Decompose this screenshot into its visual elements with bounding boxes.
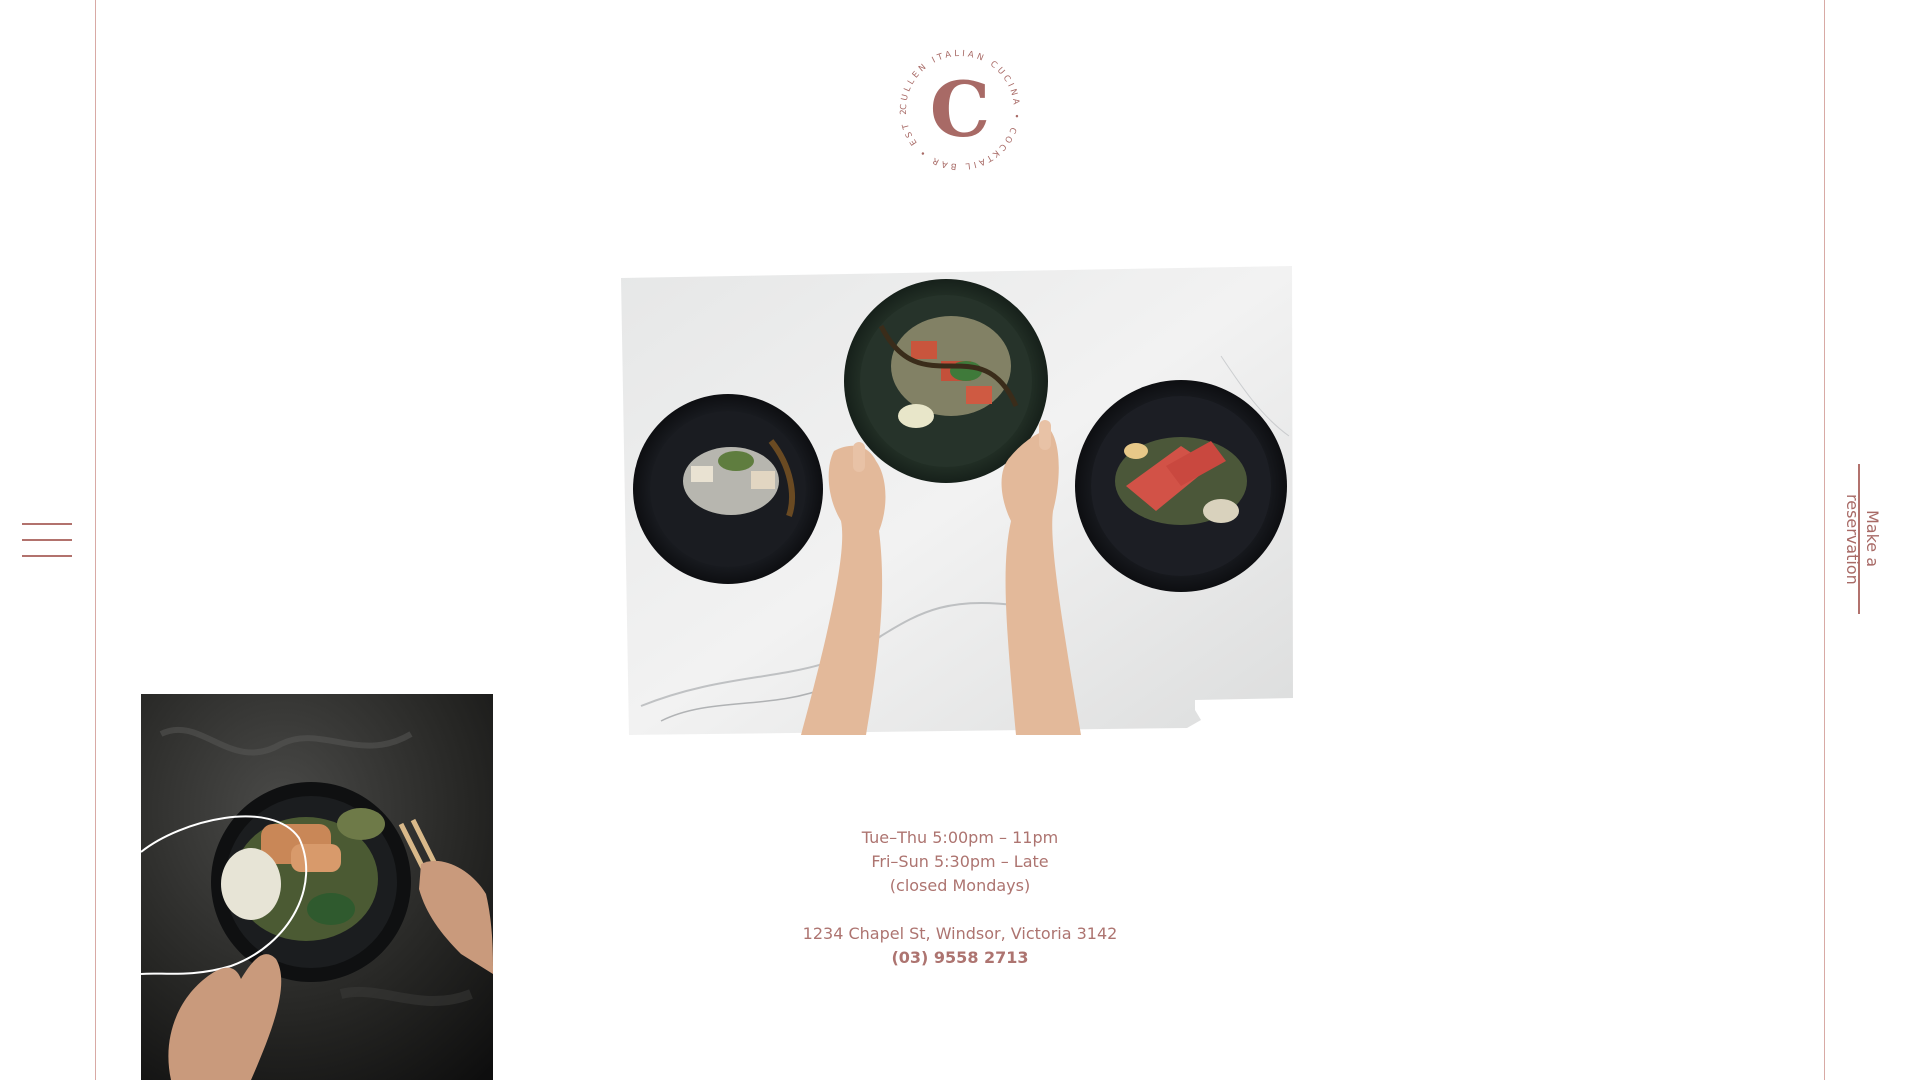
hours-closed-note: (closed Mondays) (889, 876, 1031, 895)
menu-line-top (22, 523, 72, 525)
hours-and-contact: Tue–Thu 5:00pm – 11pm Fri–Sun 5:30pm – L… (760, 826, 1160, 970)
restaurant-logo[interactable]: CULLEN ITALIAN CUCINA • COCKTAIL BAR • E… (894, 44, 1026, 176)
address-text[interactable]: 1234 Chapel St, Windsor, Victoria 3142 (760, 922, 1160, 946)
hours-weekday: Tue–Thu 5:00pm – 11pm (861, 828, 1059, 847)
left-border-line (95, 0, 96, 1080)
menu-line-bottom (22, 555, 72, 557)
hours-weekend: Fri–Sun 5:30pm – Late (871, 852, 1049, 871)
right-border-line (1824, 0, 1825, 1080)
reservation-label: Make a reservation (1843, 493, 1882, 585)
side-food-photo (141, 694, 493, 1080)
menu-line-middle (22, 539, 72, 541)
logo-letter: C (929, 65, 991, 154)
hero-food-photo (621, 266, 1293, 735)
phone-link[interactable]: (03) 9558 2713 (760, 946, 1160, 970)
plate-right (1075, 380, 1287, 592)
info-spacer (760, 898, 1160, 922)
plate-left (633, 394, 823, 584)
make-reservation-link[interactable]: Make a reservation (1843, 464, 1882, 614)
hamburger-menu-icon[interactable] (22, 523, 72, 559)
